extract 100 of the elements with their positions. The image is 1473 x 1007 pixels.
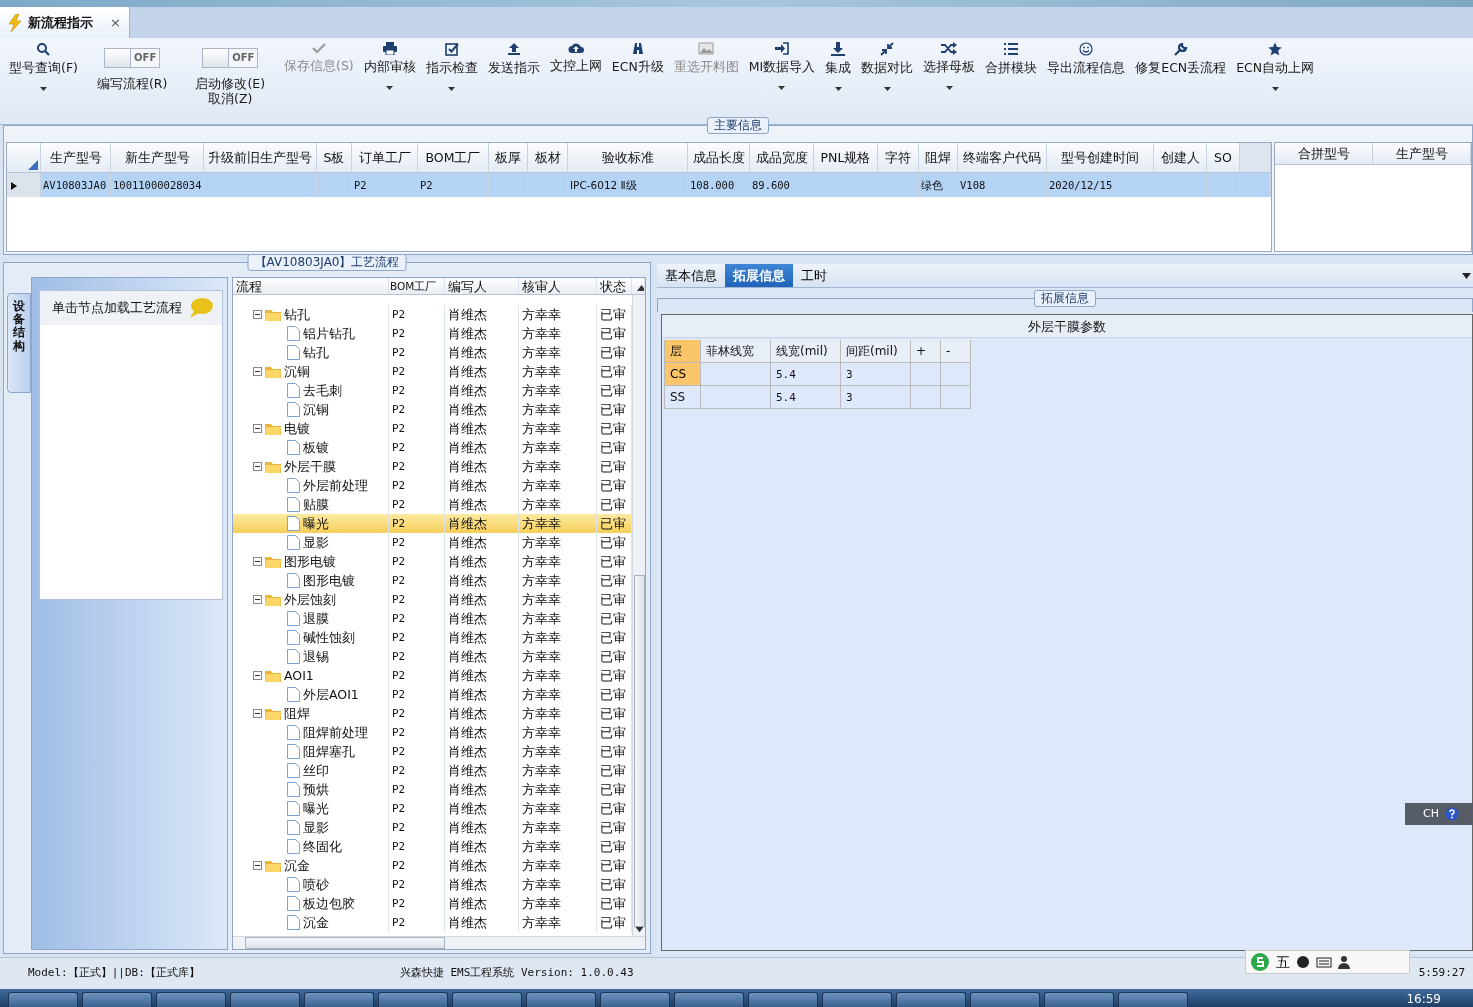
tree-row[interactable]: 钻孔 P2 肖维杰 方幸幸 已审 xyxy=(233,343,632,362)
toolbar-button[interactable]: 发送指示 xyxy=(482,40,545,77)
column-header[interactable]: 生产型号 xyxy=(41,143,111,172)
tree-row[interactable]: 终固化 P2 肖维杰 方幸幸 已审 xyxy=(233,837,632,856)
language-bar[interactable]: CH xyxy=(1405,803,1473,825)
taskbar-button[interactable] xyxy=(822,992,892,1007)
toggle-switch[interactable]: OFF xyxy=(202,48,259,68)
taskbar-button[interactable] xyxy=(526,992,596,1007)
dropdown-icon[interactable] xyxy=(1462,273,1471,279)
tree-row[interactable]: 板镀 P2 肖维杰 方幸幸 已审 xyxy=(233,438,632,457)
side-tab[interactable]: 设备结构 xyxy=(7,293,31,393)
toolbar-button[interactable]: ECN自动上网 xyxy=(1231,40,1320,97)
column-header[interactable]: 间距(mil) xyxy=(841,340,911,363)
tree-row[interactable]: 沉金 P2 肖维杰 方幸幸 已审 xyxy=(233,913,632,932)
empty-cell[interactable] xyxy=(911,386,941,409)
tree-row[interactable]: 板边包胶 P2 肖维杰 方幸幸 已审 xyxy=(233,894,632,913)
tree-row[interactable]: 显影 P2 肖维杰 方幸幸 已审 xyxy=(233,533,632,552)
collapse-icon[interactable] xyxy=(253,367,262,376)
column-header[interactable]: 板厚 xyxy=(489,143,528,172)
tree-row[interactable]: 预烘 P2 肖维杰 方幸幸 已审 xyxy=(233,780,632,799)
toolbar-button[interactable]: 合拼模块 xyxy=(980,40,1043,77)
tree-row[interactable]: 阻焊前处理 P2 肖维杰 方幸幸 已审 xyxy=(233,723,632,742)
input-method-bar[interactable]: 五 xyxy=(1245,950,1410,974)
column-header[interactable]: 终端客户代码 xyxy=(958,143,1047,172)
column-header[interactable]: 板材 xyxy=(528,143,568,172)
table-cell[interactable]: 3 xyxy=(841,386,911,409)
tree-row[interactable]: 外层AOI1 P2 肖维杰 方幸幸 已审 xyxy=(233,685,632,704)
taskbar-button[interactable] xyxy=(304,992,374,1007)
column-header[interactable]: 编写人 xyxy=(445,278,519,294)
collapse-icon[interactable] xyxy=(253,310,262,319)
tree-row[interactable]: 电镀 P2 肖维杰 方幸幸 已审 xyxy=(233,419,632,438)
taskbar-button[interactable] xyxy=(600,992,670,1007)
toggle-switch[interactable]: OFF xyxy=(104,48,161,68)
column-header[interactable]: 生产型号 xyxy=(1373,143,1471,164)
tree-row[interactable]: 曝光 P2 肖维杰 方幸幸 已审 xyxy=(233,799,632,818)
taskbar-button[interactable] xyxy=(970,992,1040,1007)
table-cell[interactable]: CS xyxy=(665,363,701,386)
column-header[interactable]: 流程 xyxy=(233,278,389,294)
empty-cell[interactable] xyxy=(701,386,771,409)
tree-row[interactable]: 图形电镀 P2 肖维杰 方幸幸 已审 xyxy=(233,571,632,590)
taskbar-button[interactable] xyxy=(452,992,522,1007)
toolbar-button[interactable]: 导出流程信息 xyxy=(1042,40,1131,77)
tree-row[interactable]: 阻焊 P2 肖维杰 方幸幸 已审 xyxy=(233,704,632,723)
tree-row[interactable]: 铝片钻孔 P2 肖维杰 方幸幸 已审 xyxy=(233,324,632,343)
taskbar-button[interactable] xyxy=(378,992,448,1007)
tree-row[interactable]: AOI1 P2 肖维杰 方幸幸 已审 xyxy=(233,666,632,685)
toolbar-button[interactable]: 型号查询(F) xyxy=(4,40,83,97)
taskbar-button[interactable] xyxy=(8,992,78,1007)
toolbar-button[interactable]: 文控上网 xyxy=(544,40,607,75)
tree-row[interactable]: 曝光 P2 肖维杰 方幸幸 已审 xyxy=(233,514,632,533)
toolbar-button[interactable]: 数据对比 xyxy=(856,40,919,97)
tree-row[interactable]: 钻孔 P2 肖维杰 方幸幸 已审 xyxy=(233,305,632,324)
toolbar-button[interactable]: MI数据导入 xyxy=(743,40,821,96)
column-header[interactable]: 成品长度 xyxy=(688,143,750,172)
column-header[interactable]: 菲林线宽 xyxy=(701,340,771,363)
column-header[interactable]: S板 xyxy=(317,143,352,172)
column-header[interactable]: 订单工厂 xyxy=(352,143,418,172)
column-header[interactable]: 成品宽度 xyxy=(750,143,814,172)
collapse-icon[interactable] xyxy=(253,462,262,471)
collapse-icon[interactable] xyxy=(253,709,262,718)
tree-row[interactable]: 去毛刺 P2 肖维杰 方幸幸 已审 xyxy=(233,381,632,400)
tree-row[interactable]: 碱性蚀刻 P2 肖维杰 方幸幸 已审 xyxy=(233,628,632,647)
taskbar-button[interactable] xyxy=(156,992,226,1007)
taskbar-button[interactable] xyxy=(82,992,152,1007)
empty-cell[interactable] xyxy=(941,386,971,409)
toolbar-button[interactable]: ECN升级 xyxy=(606,40,669,76)
tree-row[interactable]: 外层前处理 P2 肖维杰 方幸幸 已审 xyxy=(233,476,632,495)
tree-row[interactable]: 外层干膜 P2 肖维杰 方幸幸 已审 xyxy=(233,457,632,476)
document-tab[interactable]: 新流程指示 × xyxy=(0,7,130,38)
table-cell[interactable]: 3 xyxy=(841,363,911,386)
tab[interactable]: 工时 xyxy=(793,264,835,287)
column-header[interactable]: - xyxy=(941,340,971,363)
taskbar-button[interactable] xyxy=(230,992,300,1007)
column-header[interactable]: 字符 xyxy=(878,143,919,172)
scrollbar-thumb[interactable] xyxy=(633,575,645,927)
taskbar-button[interactable] xyxy=(1118,992,1188,1007)
taskbar-button[interactable] xyxy=(748,992,818,1007)
scrollbar-thumb[interactable] xyxy=(245,937,445,949)
tree-row[interactable]: 沉金 P2 肖维杰 方幸幸 已审 xyxy=(233,856,632,875)
table-cell[interactable]: 5.4 xyxy=(771,386,841,409)
taskbar-button[interactable] xyxy=(674,992,744,1007)
empty-cell[interactable] xyxy=(941,363,971,386)
column-header[interactable]: PNL规格 xyxy=(814,143,878,172)
column-header[interactable]: 创建人 xyxy=(1154,143,1207,172)
column-header[interactable]: 层 xyxy=(665,340,701,363)
tree-row[interactable]: 退膜 P2 肖维杰 方幸幸 已审 xyxy=(233,609,632,628)
tree-row[interactable]: 沉铜 P2 肖维杰 方幸幸 已审 xyxy=(233,362,632,381)
column-header[interactable]: 阻焊 xyxy=(919,143,958,172)
table-cell[interactable]: SS xyxy=(665,386,701,409)
column-header[interactable]: + xyxy=(911,340,941,363)
toolbar-button[interactable]: 集成 xyxy=(820,40,857,97)
close-button[interactable]: × xyxy=(110,12,121,33)
tree-row[interactable]: 阻焊塞孔 P2 肖维杰 方幸幸 已审 xyxy=(233,742,632,761)
taskbar-button[interactable] xyxy=(1044,992,1114,1007)
column-header[interactable]: 新生产型号 xyxy=(111,143,204,172)
tree-row[interactable]: 丝印 P2 肖维杰 方幸幸 已审 xyxy=(233,761,632,780)
column-header[interactable]: 合拼型号 xyxy=(1275,143,1373,164)
toolbar-button[interactable]: 内部审核 xyxy=(358,40,421,96)
toolbar-button[interactable]: 选择母板 xyxy=(918,40,981,96)
scroll-up-icon[interactable] xyxy=(637,284,644,291)
